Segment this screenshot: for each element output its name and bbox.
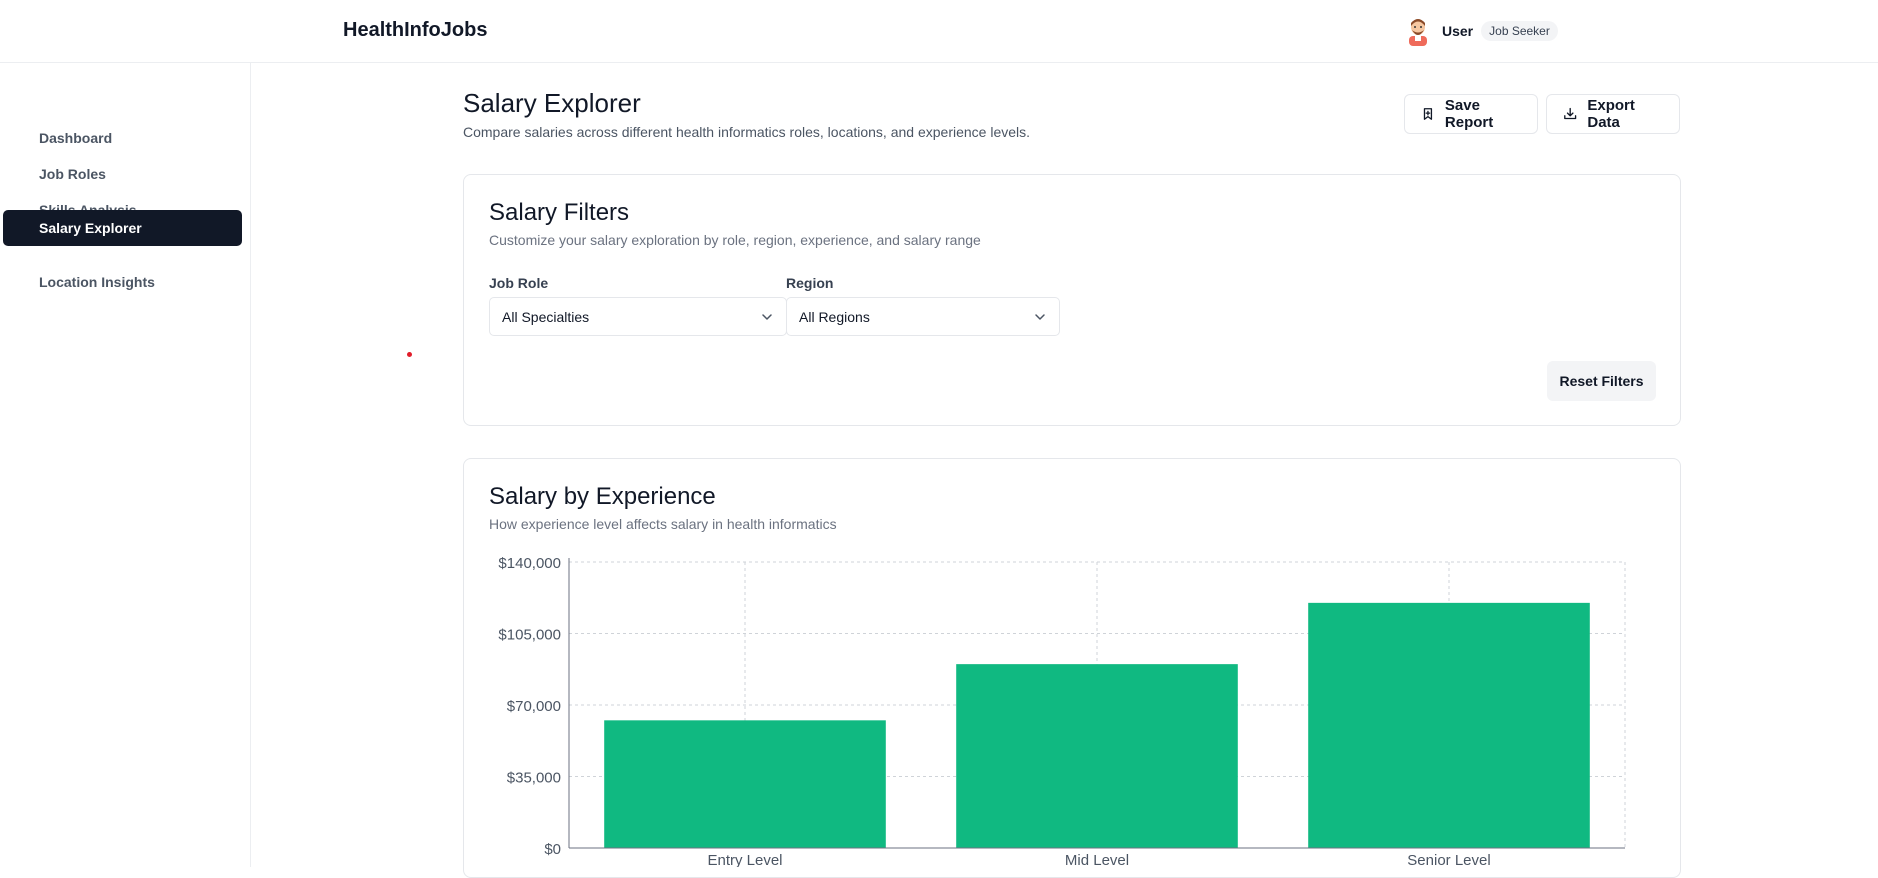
sidebar-item-label: Job Roles bbox=[39, 166, 106, 182]
salary-filters-card: Salary Filters Customize your salary exp… bbox=[463, 174, 1681, 426]
page-title: Salary Explorer bbox=[463, 88, 641, 118]
job-role-value: All Specialties bbox=[502, 308, 590, 325]
sidebar-item-label: Dashboard bbox=[39, 130, 113, 146]
user-name: User bbox=[1442, 23, 1474, 39]
page-subtitle: Compare salaries across different health… bbox=[463, 124, 1031, 140]
y-tick-label: $70,000 bbox=[507, 698, 561, 715]
bar bbox=[1308, 602, 1590, 848]
x-tick-label: Entry Level bbox=[707, 852, 782, 867]
x-tick-label: Senior Level bbox=[1407, 852, 1490, 867]
bar bbox=[956, 664, 1238, 848]
sidebar-item-dashboard[interactable]: Dashboard bbox=[3, 120, 242, 156]
region-value: All Regions bbox=[799, 308, 870, 325]
y-tick-label: $140,000 bbox=[498, 555, 561, 572]
y-tick-label: $35,000 bbox=[507, 770, 561, 787]
region-select[interactable]: All Regions bbox=[786, 297, 1060, 336]
job-role-select[interactable]: All Specialties bbox=[489, 297, 787, 336]
mouse-cursor-dot bbox=[407, 352, 412, 357]
bar bbox=[604, 720, 886, 848]
sidebar-item-location-insights[interactable]: Location Insights bbox=[3, 264, 242, 300]
chevron-down-icon bbox=[1035, 313, 1045, 320]
y-tick-label: $105,000 bbox=[498, 627, 561, 644]
salary-bar-chart: $0 $35,000 $70,000 $105,000 $140,000 Entry Le… bbox=[498, 555, 1626, 867]
user-avatar-icon[interactable] bbox=[1404, 16, 1432, 46]
sidebar-item-salary-explorer[interactable]: Salary Explorer bbox=[3, 210, 242, 246]
save-report-label: Save Report bbox=[1444, 97, 1494, 131]
salary-by-experience-card: Salary by Experience How experience leve… bbox=[463, 458, 1681, 878]
save-report-button[interactable]: Save Report bbox=[1404, 94, 1538, 134]
export-data-button[interactable]: Export Data bbox=[1546, 94, 1680, 134]
sidebar-item-label: Location Insights bbox=[39, 274, 155, 290]
sidebar-item-label: Salary Explorer bbox=[39, 220, 142, 236]
job-role-label: Job Role bbox=[489, 275, 549, 291]
user-menu[interactable]: User Job Seeker bbox=[1404, 16, 1558, 46]
top-header: HealthInfoJobs User Job Seeker bbox=[0, 0, 1878, 63]
region-label: Region bbox=[786, 275, 834, 291]
filters-description: Customize your salary exploration by rol… bbox=[489, 232, 981, 248]
sidebar: Dashboard Job Roles Skills Analysis Sala… bbox=[0, 63, 251, 867]
y-tick-label: $0 bbox=[544, 841, 561, 858]
user-role-badge: Job Seeker bbox=[1481, 21, 1558, 41]
filters-title: Salary Filters bbox=[489, 199, 630, 226]
app-logo[interactable]: HealthInfoJobs bbox=[343, 19, 487, 42]
reset-filters-button[interactable]: Reset Filters bbox=[1547, 361, 1656, 401]
export-data-label: Export Data bbox=[1587, 97, 1635, 131]
chevron-down-icon bbox=[762, 313, 772, 320]
download-icon bbox=[1564, 107, 1577, 120]
bookmark-plus-icon bbox=[1423, 108, 1433, 120]
x-tick-label: Mid Level bbox=[1065, 852, 1129, 867]
sidebar-item-job-roles[interactable]: Job Roles bbox=[3, 156, 242, 192]
